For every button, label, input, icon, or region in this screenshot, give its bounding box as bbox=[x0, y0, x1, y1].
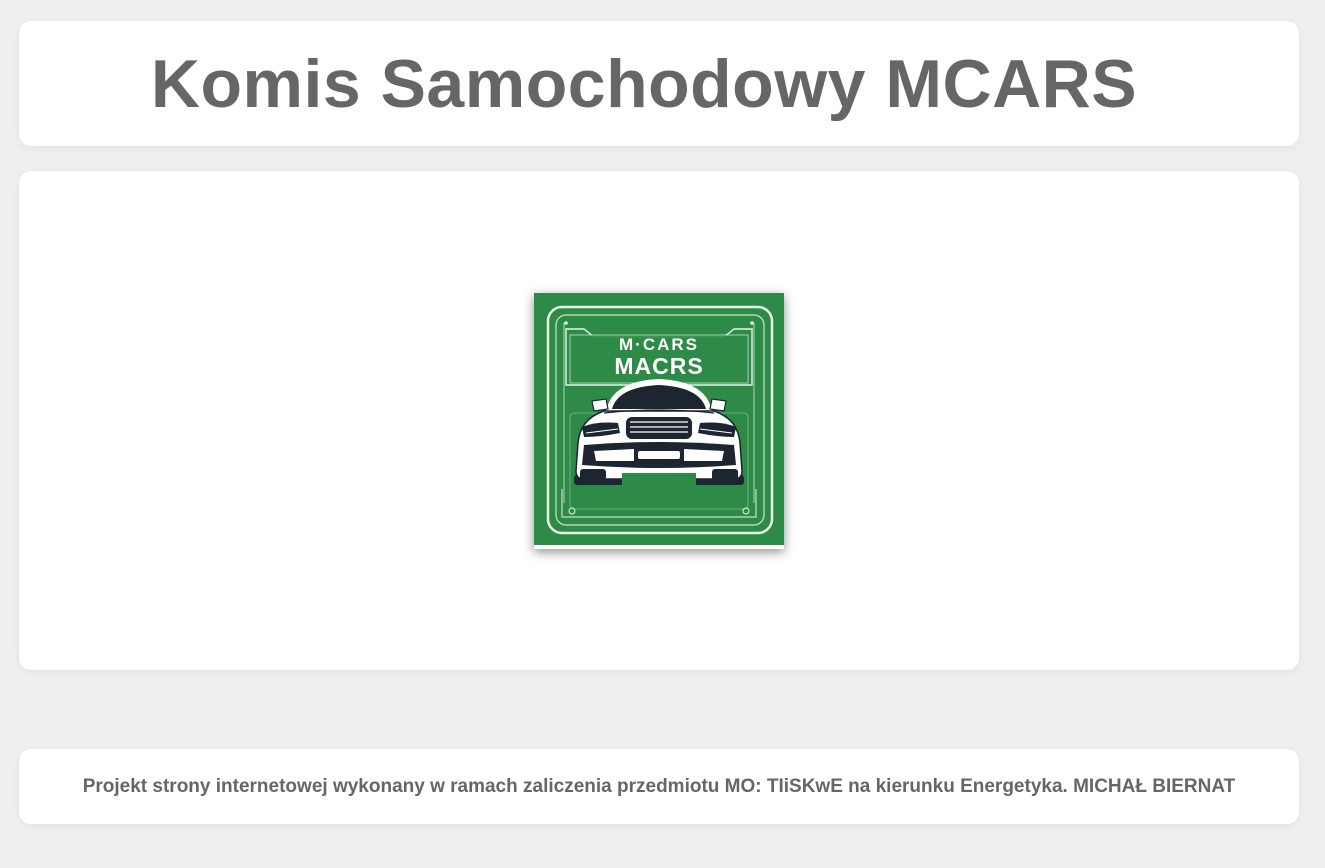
footer-text: Projekt strony internetowej wykonany w r… bbox=[82, 775, 1236, 797]
page-title: Komis Samochodowy MCARS bbox=[150, 45, 1138, 122]
mcars-car-logo-icon: M·CARS MACRS bbox=[534, 293, 784, 549]
logo-text-line2: MACRS bbox=[614, 353, 703, 379]
footer-card: Projekt strony internetowej wykonany w r… bbox=[19, 749, 1299, 824]
mcars-logo-image: M·CARS MACRS bbox=[534, 293, 784, 549]
header-card: Komis Samochodowy MCARS bbox=[19, 21, 1299, 146]
main-content-card: M·CARS MACRS bbox=[19, 171, 1299, 670]
logo-text-line1: M·CARS bbox=[619, 335, 699, 354]
